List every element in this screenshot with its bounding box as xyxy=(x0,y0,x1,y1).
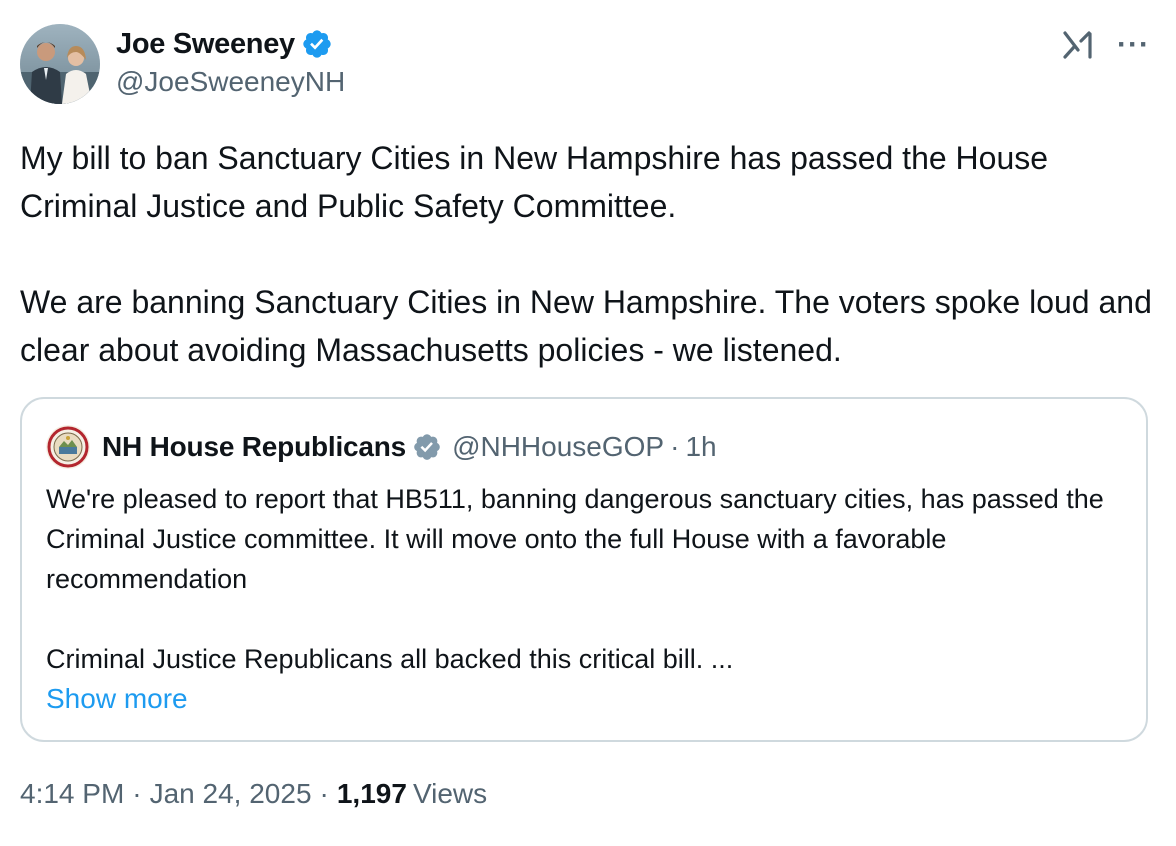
author-handle[interactable]: @JoeSweeneyNH xyxy=(116,66,345,98)
author-info: Joe Sweeney @JoeSweeneyNH xyxy=(116,26,345,98)
tweet-meta: 4:14 PM · Jan 24, 2025 · 1,197 Views xyxy=(20,778,487,810)
tweet-paragraph: We are banning Sanctuary Cities in New H… xyxy=(20,284,1152,368)
quoted-author-avatar[interactable] xyxy=(46,425,90,469)
author-display-name[interactable]: Joe Sweeney xyxy=(116,28,295,61)
quoted-paragraph: Criminal Justice Republicans all backed … xyxy=(46,644,734,674)
meta-separator: · xyxy=(319,778,329,809)
views-label: Views xyxy=(412,778,488,809)
show-more-link[interactable]: Show more xyxy=(46,679,188,719)
verified-badge-icon[interactable] xyxy=(301,28,333,60)
quoted-author-name[interactable]: NH House Republicans xyxy=(102,431,406,463)
meta-separator: · xyxy=(132,778,142,809)
tweet-time[interactable]: 4:14 PM xyxy=(20,778,124,810)
quoted-tweet-text: We're pleased to report that HB511, bann… xyxy=(46,479,1126,679)
views-count[interactable]: 1,197 xyxy=(337,778,407,810)
quoted-tweet-header: NH House Republicans @NHHouseGOP · 1h xyxy=(46,425,717,469)
tweet-paragraph: My bill to ban Sanctuary Cities in New H… xyxy=(20,140,1049,224)
tweet-text: My bill to ban Sanctuary Cities in New H… xyxy=(20,134,1156,374)
quoted-timestamp[interactable]: 1h xyxy=(685,431,716,463)
grok-icon[interactable] xyxy=(1061,28,1095,62)
author-avatar[interactable] xyxy=(20,24,100,104)
quoted-separator: · xyxy=(670,431,680,462)
quoted-tweet[interactable]: NH House Republicans @NHHouseGOP · 1h We… xyxy=(20,397,1148,742)
more-options-icon[interactable]: ··· xyxy=(1117,30,1150,60)
tweet-card: Joe Sweeney @JoeSweeneyNH ··· My bill to… xyxy=(0,0,1176,846)
tweet-date[interactable]: Jan 24, 2025 xyxy=(150,778,312,810)
quoted-paragraph: We're pleased to report that HB511, bann… xyxy=(46,484,1104,594)
author-name-row: Joe Sweeney xyxy=(116,26,345,62)
quoted-author-handle[interactable]: @NHHouseGOP xyxy=(452,431,664,463)
top-actions: ··· xyxy=(1061,28,1150,62)
quoted-verified-badge-icon xyxy=(412,432,442,462)
